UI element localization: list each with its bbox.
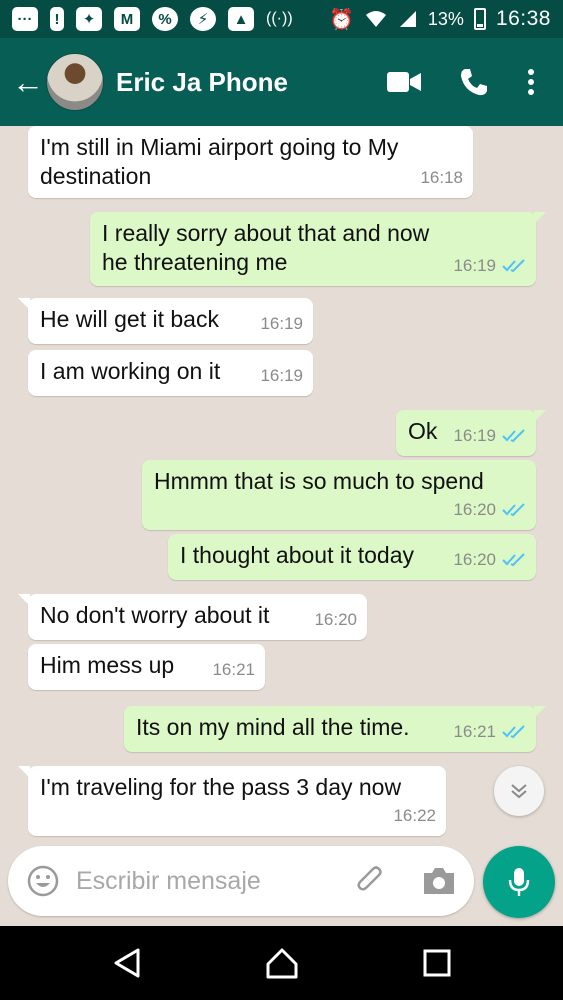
message-meta: 16:19 bbox=[260, 309, 303, 338]
message-text: I'm still in Miami airport going to My d… bbox=[40, 134, 399, 189]
message-time: 16:20 bbox=[453, 500, 496, 519]
video-call-icon[interactable] bbox=[387, 71, 421, 93]
signal-icon bbox=[399, 11, 416, 27]
message-meta: 16:20 bbox=[314, 605, 357, 634]
message-time: 16:22 bbox=[393, 806, 436, 825]
incoming-message[interactable]: He will get it back 16:19 bbox=[18, 298, 313, 344]
incoming-message[interactable]: No don't worry about it 16:20 bbox=[18, 594, 367, 640]
home-nav-icon[interactable] bbox=[265, 947, 299, 979]
messenger-icon: ⚡ bbox=[190, 7, 216, 31]
message-time: 16:19 bbox=[453, 256, 496, 275]
emoji-icon[interactable] bbox=[26, 864, 60, 898]
message-time: 16:21 bbox=[453, 722, 496, 741]
message-input[interactable]: Escribir mensaje bbox=[76, 867, 354, 896]
read-ticks-icon bbox=[502, 552, 525, 566]
wifi-icon bbox=[365, 11, 386, 27]
read-ticks-icon bbox=[502, 428, 525, 442]
more-notifications-icon: ··· bbox=[12, 7, 38, 31]
android-nav-bar bbox=[0, 926, 563, 1000]
incoming-message[interactable]: I'm still in Miami airport going to My d… bbox=[28, 126, 473, 198]
incoming-message[interactable]: I am working on it 16:19 bbox=[28, 350, 313, 396]
message-time: 16:19 bbox=[453, 426, 496, 445]
mic-icon bbox=[508, 868, 530, 896]
notification-icons: ··· ! ✦ M % ⚡ ▲ ((·)) bbox=[12, 7, 293, 31]
more-vert-icon[interactable] bbox=[527, 69, 535, 95]
attach-icon[interactable] bbox=[354, 864, 388, 898]
gallery-icon: ▲ bbox=[228, 7, 254, 31]
contact-name[interactable]: Eric Ja Phone bbox=[116, 67, 288, 98]
battery-icon bbox=[473, 8, 486, 30]
read-ticks-icon bbox=[502, 502, 525, 516]
message-meta: 16:21 bbox=[212, 655, 255, 684]
recents-nav-icon[interactable] bbox=[423, 949, 451, 977]
incoming-message[interactable]: Him mess up 16:21 bbox=[28, 644, 265, 690]
message-meta: 16:19 bbox=[453, 251, 526, 280]
camera-icon[interactable] bbox=[422, 866, 456, 896]
chat-header: ← Eric Ja Phone bbox=[0, 38, 563, 126]
chevron-double-down-icon bbox=[511, 784, 527, 799]
app-icon: ✦ bbox=[76, 7, 102, 31]
alert-icon: ! bbox=[50, 7, 64, 31]
message-meta: 16:18 bbox=[420, 163, 463, 192]
message-time: 16:20 bbox=[453, 550, 496, 569]
message-meta: 16:20 bbox=[453, 545, 526, 574]
read-ticks-icon bbox=[502, 258, 525, 272]
battery-percent: 13% bbox=[427, 8, 464, 29]
alarm-icon: ⏰ bbox=[329, 8, 354, 31]
message-meta: 16:20 bbox=[453, 495, 526, 524]
hotspot-icon: ((·)) bbox=[266, 10, 293, 27]
message-composer: Escribir mensaje bbox=[8, 846, 474, 916]
outgoing-message[interactable]: Hmmm that is so much to spend 16:20 bbox=[142, 460, 536, 530]
message-time: 16:19 bbox=[260, 314, 303, 333]
message-time: 16:21 bbox=[212, 660, 255, 679]
system-status: ⏰ 13% 16:38 bbox=[329, 7, 551, 32]
clock: 16:38 bbox=[495, 7, 551, 30]
outgoing-message[interactable]: I thought about it today 16:20 bbox=[168, 534, 536, 580]
scroll-to-bottom-button[interactable] bbox=[494, 766, 544, 816]
message-meta: 16:19 bbox=[453, 421, 526, 450]
message-text: No don't worry about it bbox=[40, 602, 270, 628]
message-time: 16:18 bbox=[420, 168, 463, 187]
message-meta: 16:22 bbox=[393, 801, 436, 830]
outgoing-message[interactable]: I really sorry about that and now he thr… bbox=[90, 212, 546, 286]
avatar[interactable] bbox=[46, 53, 104, 111]
message-time: 16:20 bbox=[314, 610, 357, 629]
mic-button[interactable] bbox=[483, 846, 555, 918]
outgoing-message[interactable]: Its on my mind all the time. 16:21 bbox=[124, 706, 546, 752]
message-meta: 16:21 bbox=[453, 717, 526, 746]
back-nav-icon[interactable] bbox=[112, 947, 142, 979]
phone-call-icon[interactable] bbox=[459, 67, 489, 97]
gmail-icon: M bbox=[114, 7, 140, 31]
message-text: I'm traveling for the pass 3 day now bbox=[40, 774, 402, 800]
status-bar: ··· ! ✦ M % ⚡ ▲ ((·)) ⏰ 13% 16:38 bbox=[0, 0, 563, 38]
incoming-message[interactable]: I'm traveling for the pass 3 day now 16:… bbox=[18, 766, 446, 836]
outgoing-message[interactable]: Ok 16:19 bbox=[396, 410, 546, 456]
message-text: Hmmm that is so much to spend bbox=[154, 468, 484, 494]
header-actions bbox=[387, 67, 551, 97]
percent-icon: % bbox=[152, 7, 178, 31]
message-time: 16:19 bbox=[260, 366, 303, 385]
read-ticks-icon bbox=[502, 724, 525, 738]
message-meta: 16:19 bbox=[260, 361, 303, 390]
message-list[interactable]: I'm still in Miami airport going to My d… bbox=[0, 126, 563, 842]
back-arrow-icon[interactable]: ← bbox=[12, 66, 44, 98]
